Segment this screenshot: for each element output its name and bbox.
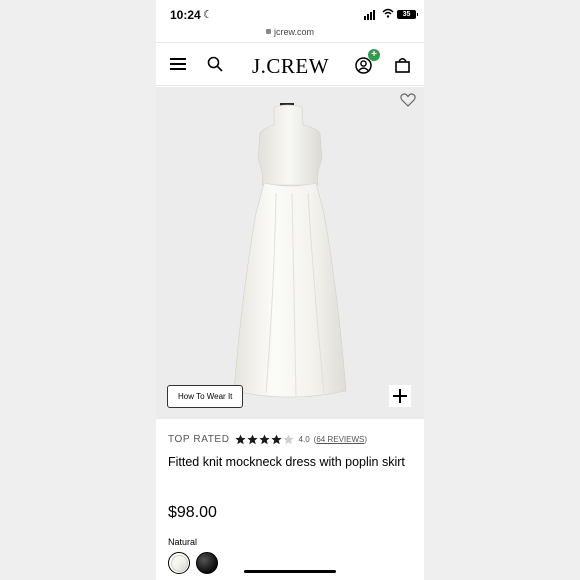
home-indicator[interactable]	[244, 570, 336, 573]
lock-icon	[265, 29, 271, 34]
star-rating	[234, 433, 294, 445]
reviews-close-paren: )	[364, 434, 368, 444]
status-time: 10:24	[170, 8, 201, 22]
cellular-signal-icon	[364, 10, 375, 20]
dress-illustration	[233, 103, 347, 398]
star-icon	[270, 433, 282, 444]
site-header: J.CREW +	[156, 42, 424, 86]
shopping-bag-icon[interactable]	[395, 57, 410, 73]
address-bar[interactable]: jcrew.com	[156, 27, 424, 37]
search-icon[interactable]	[207, 56, 223, 72]
reviews-link-text[interactable]: 64 REVIEWS	[316, 435, 364, 444]
rating-value: 4.0	[298, 434, 310, 444]
moon-icon: ☾	[203, 9, 213, 21]
star-empty-icon	[282, 433, 294, 444]
color-name: Natural	[168, 537, 198, 547]
jcrew-logo[interactable]: J.CREW	[252, 54, 329, 79]
account-plus-badge: +	[368, 49, 380, 61]
battery-icon: 35	[397, 10, 418, 19]
phone-screen: 10:24 ☾ 35 jcrew.com J.CREW + How To Wea…	[156, 0, 424, 580]
screenshot-stage: 10:24 ☾ 35 jcrew.com J.CREW + How To Wea…	[0, 0, 580, 580]
top-rated-badge: TOP RATED	[168, 433, 230, 445]
status-bar: 10:24 ☾ 35 jcrew.com	[156, 0, 424, 37]
star-icon	[258, 433, 270, 444]
swatch-natural[interactable]	[168, 552, 190, 574]
product-image[interactable]: How To Wear It	[156, 87, 424, 419]
product-name: Fitted knit mockneck dress with poplin s…	[168, 455, 405, 469]
product-price: $98.00	[168, 504, 217, 521]
reviews-link[interactable]: (64 REVIEWS)	[314, 435, 367, 444]
wishlist-heart-icon[interactable]	[400, 93, 416, 107]
star-icon	[246, 433, 258, 444]
url-text: jcrew.com	[273, 27, 314, 37]
wifi-icon	[382, 8, 394, 18]
star-icon	[234, 433, 246, 444]
rating-row: TOP RATED 4.0 (64 REVIEWS)	[168, 432, 367, 446]
swatch-black[interactable]	[196, 552, 218, 574]
menu-icon[interactable]	[170, 58, 186, 70]
how-to-wear-it-button[interactable]: How To Wear It	[167, 385, 244, 408]
zoom-plus-icon[interactable]	[389, 385, 411, 407]
